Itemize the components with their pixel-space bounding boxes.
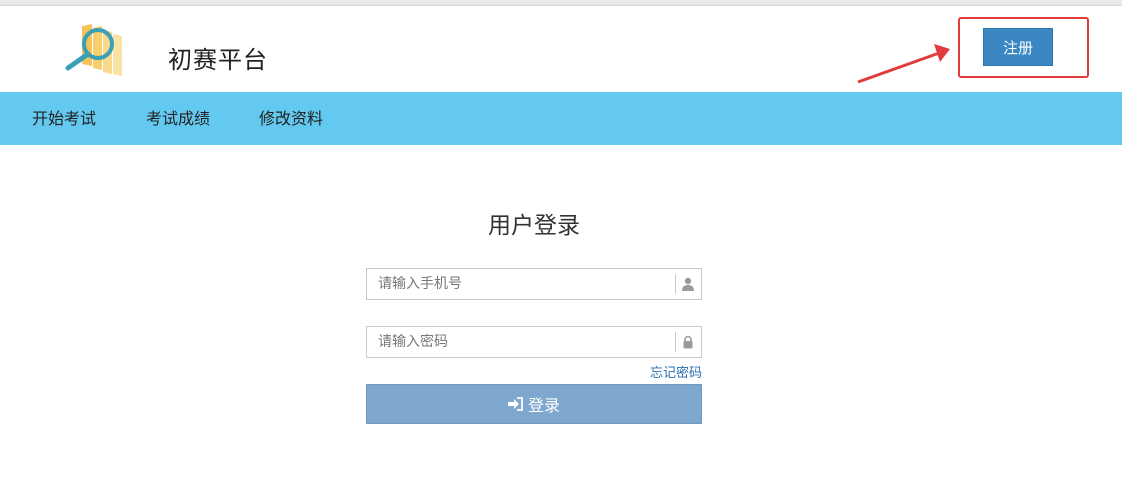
- forgot-password-link[interactable]: 忘记密码: [600, 362, 702, 381]
- phone-field: [366, 268, 702, 300]
- field-separator: [675, 332, 676, 352]
- login-button[interactable]: 登录: [366, 384, 702, 424]
- top-nav: 开始考试 考试成绩 修改资料: [0, 92, 1122, 145]
- field-separator: [675, 274, 676, 294]
- annotation-arrow-icon: [857, 44, 950, 84]
- nav-item-exam-results[interactable]: 考试成绩: [146, 92, 210, 145]
- site-title: 初赛平台: [168, 46, 268, 74]
- phone-input[interactable]: [367, 269, 675, 299]
- lock-icon: [683, 335, 693, 349]
- magnifier-chart-logo-icon: [65, 24, 122, 76]
- sign-in-icon: [507, 397, 523, 411]
- annotation-highlight-box: [958, 17, 1089, 78]
- page: 初赛平台 注册 开始考试 考试成绩 修改资料 用户登录 忘记密码 登: [0, 0, 1122, 481]
- login-button-label: 登录: [527, 396, 560, 415]
- login-title: 用户登录: [488, 213, 580, 239]
- user-icon: [682, 277, 694, 291]
- password-field: [366, 326, 702, 358]
- nav-item-start-exam[interactable]: 开始考试: [32, 92, 96, 145]
- password-input[interactable]: [367, 327, 675, 357]
- nav-item-edit-profile[interactable]: 修改资料: [259, 92, 323, 145]
